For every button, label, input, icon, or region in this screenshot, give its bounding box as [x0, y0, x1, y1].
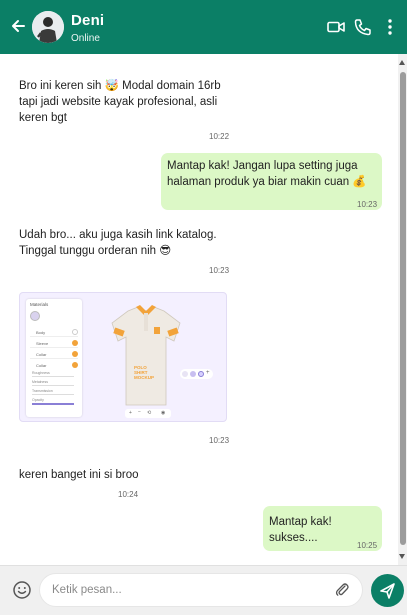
video-call-icon[interactable] [326, 17, 346, 37]
avatar-photo [32, 11, 64, 43]
slider-track[interactable] [32, 376, 74, 377]
color-swatch[interactable] [190, 371, 196, 377]
message-outgoing: Mantap kak! Jangan lupa setting juga hal… [161, 153, 382, 210]
message-outgoing: Mantap kak! sukses.... 10:25 [263, 506, 382, 551]
message-incoming: Udah bro... aku juga kasih link katalog.… [12, 221, 234, 275]
toggle[interactable] [72, 329, 78, 335]
message-time: 10:23 [209, 436, 230, 445]
reset-view-icon[interactable]: ⟲ [147, 410, 151, 416]
color-swatch[interactable] [182, 371, 188, 377]
toggle[interactable] [72, 351, 78, 357]
message-text: keren banget ini si broo [19, 469, 139, 481]
zoom-out-icon[interactable]: − [138, 409, 141, 415]
toggle[interactable] [72, 340, 78, 346]
option-row[interactable]: Collar [30, 362, 78, 370]
product-mockup-image[interactable]: Materials Body Sleeve Collar Collar Roug… [19, 292, 227, 422]
message-time: 10:24 [118, 490, 139, 499]
back-arrow-icon[interactable] [9, 17, 27, 35]
chat-header: Deni Online [0, 0, 407, 54]
message-incoming: keren banget ini si broo 10:24 [12, 462, 142, 499]
shirt-print-text: MOCKUP [134, 375, 154, 380]
avatar[interactable] [32, 11, 64, 43]
color-swatch[interactable] [198, 371, 204, 377]
slider-label: Roughness [32, 371, 50, 375]
message-time: 10:25 [357, 541, 378, 550]
color-picker[interactable]: + [180, 369, 213, 379]
polo-shirt-mockup: POLO SHIRT MOCKUP [111, 305, 181, 406]
slider-track[interactable] [32, 403, 74, 405]
message-input-wrapper [39, 573, 363, 607]
slider-track[interactable] [32, 394, 74, 395]
scroll-up-arrow[interactable] [399, 60, 405, 65]
message-input[interactable] [52, 574, 322, 606]
attach-icon[interactable] [334, 582, 350, 598]
zoom-in-icon[interactable]: + [129, 410, 132, 416]
viewer-toolbar: + − ⟲ ◉ [125, 409, 171, 418]
panel-title: Materials [30, 302, 49, 307]
send-icon [380, 583, 395, 599]
materials-panel: Materials Body Sleeve Collar Collar Roug… [26, 299, 82, 417]
message-incoming: Bro ini keren sih 🤯 Modal domain 16rb ta… [12, 72, 242, 142]
emoji-icon[interactable] [12, 580, 32, 600]
contact-status: Online [71, 33, 100, 44]
message-text: Bro ini keren sih 🤯 Modal domain 16rb ta… [19, 80, 221, 124]
more-vertical-icon[interactable] [380, 17, 400, 37]
message-text: Mantap kak! Jangan lupa setting juga hal… [167, 160, 367, 188]
slider-label: Metalness [32, 380, 48, 384]
contact-name: Deni [71, 12, 105, 29]
slider-track[interactable] [32, 385, 74, 386]
message-time: 10:22 [209, 132, 230, 141]
option-row[interactable]: Sleeve [30, 340, 78, 348]
material-swatch [30, 311, 40, 321]
add-color-icon[interactable]: + [206, 370, 210, 376]
message-time: 10:23 [357, 200, 378, 209]
scroll-thumb[interactable] [400, 72, 406, 545]
slider-label: Transmission [32, 389, 53, 393]
chat-area[interactable]: Bro ini keren sih 🤯 Modal domain 16rb ta… [0, 54, 407, 565]
scroll-down-arrow[interactable] [399, 554, 405, 559]
message-text: Udah bro... aku juga kasih link katalog.… [19, 229, 217, 257]
send-button[interactable] [371, 574, 404, 607]
slider-label: Opacity [32, 398, 44, 402]
message-composer [0, 565, 407, 615]
chat-scrollbar[interactable] [398, 54, 407, 565]
phone-icon[interactable] [353, 17, 373, 37]
option-row[interactable]: Body [30, 329, 78, 337]
option-row[interactable]: Collar [30, 351, 78, 359]
camera-icon[interactable]: ◉ [161, 410, 165, 416]
toggle[interactable] [72, 362, 78, 368]
message-time: 10:23 [209, 266, 230, 275]
